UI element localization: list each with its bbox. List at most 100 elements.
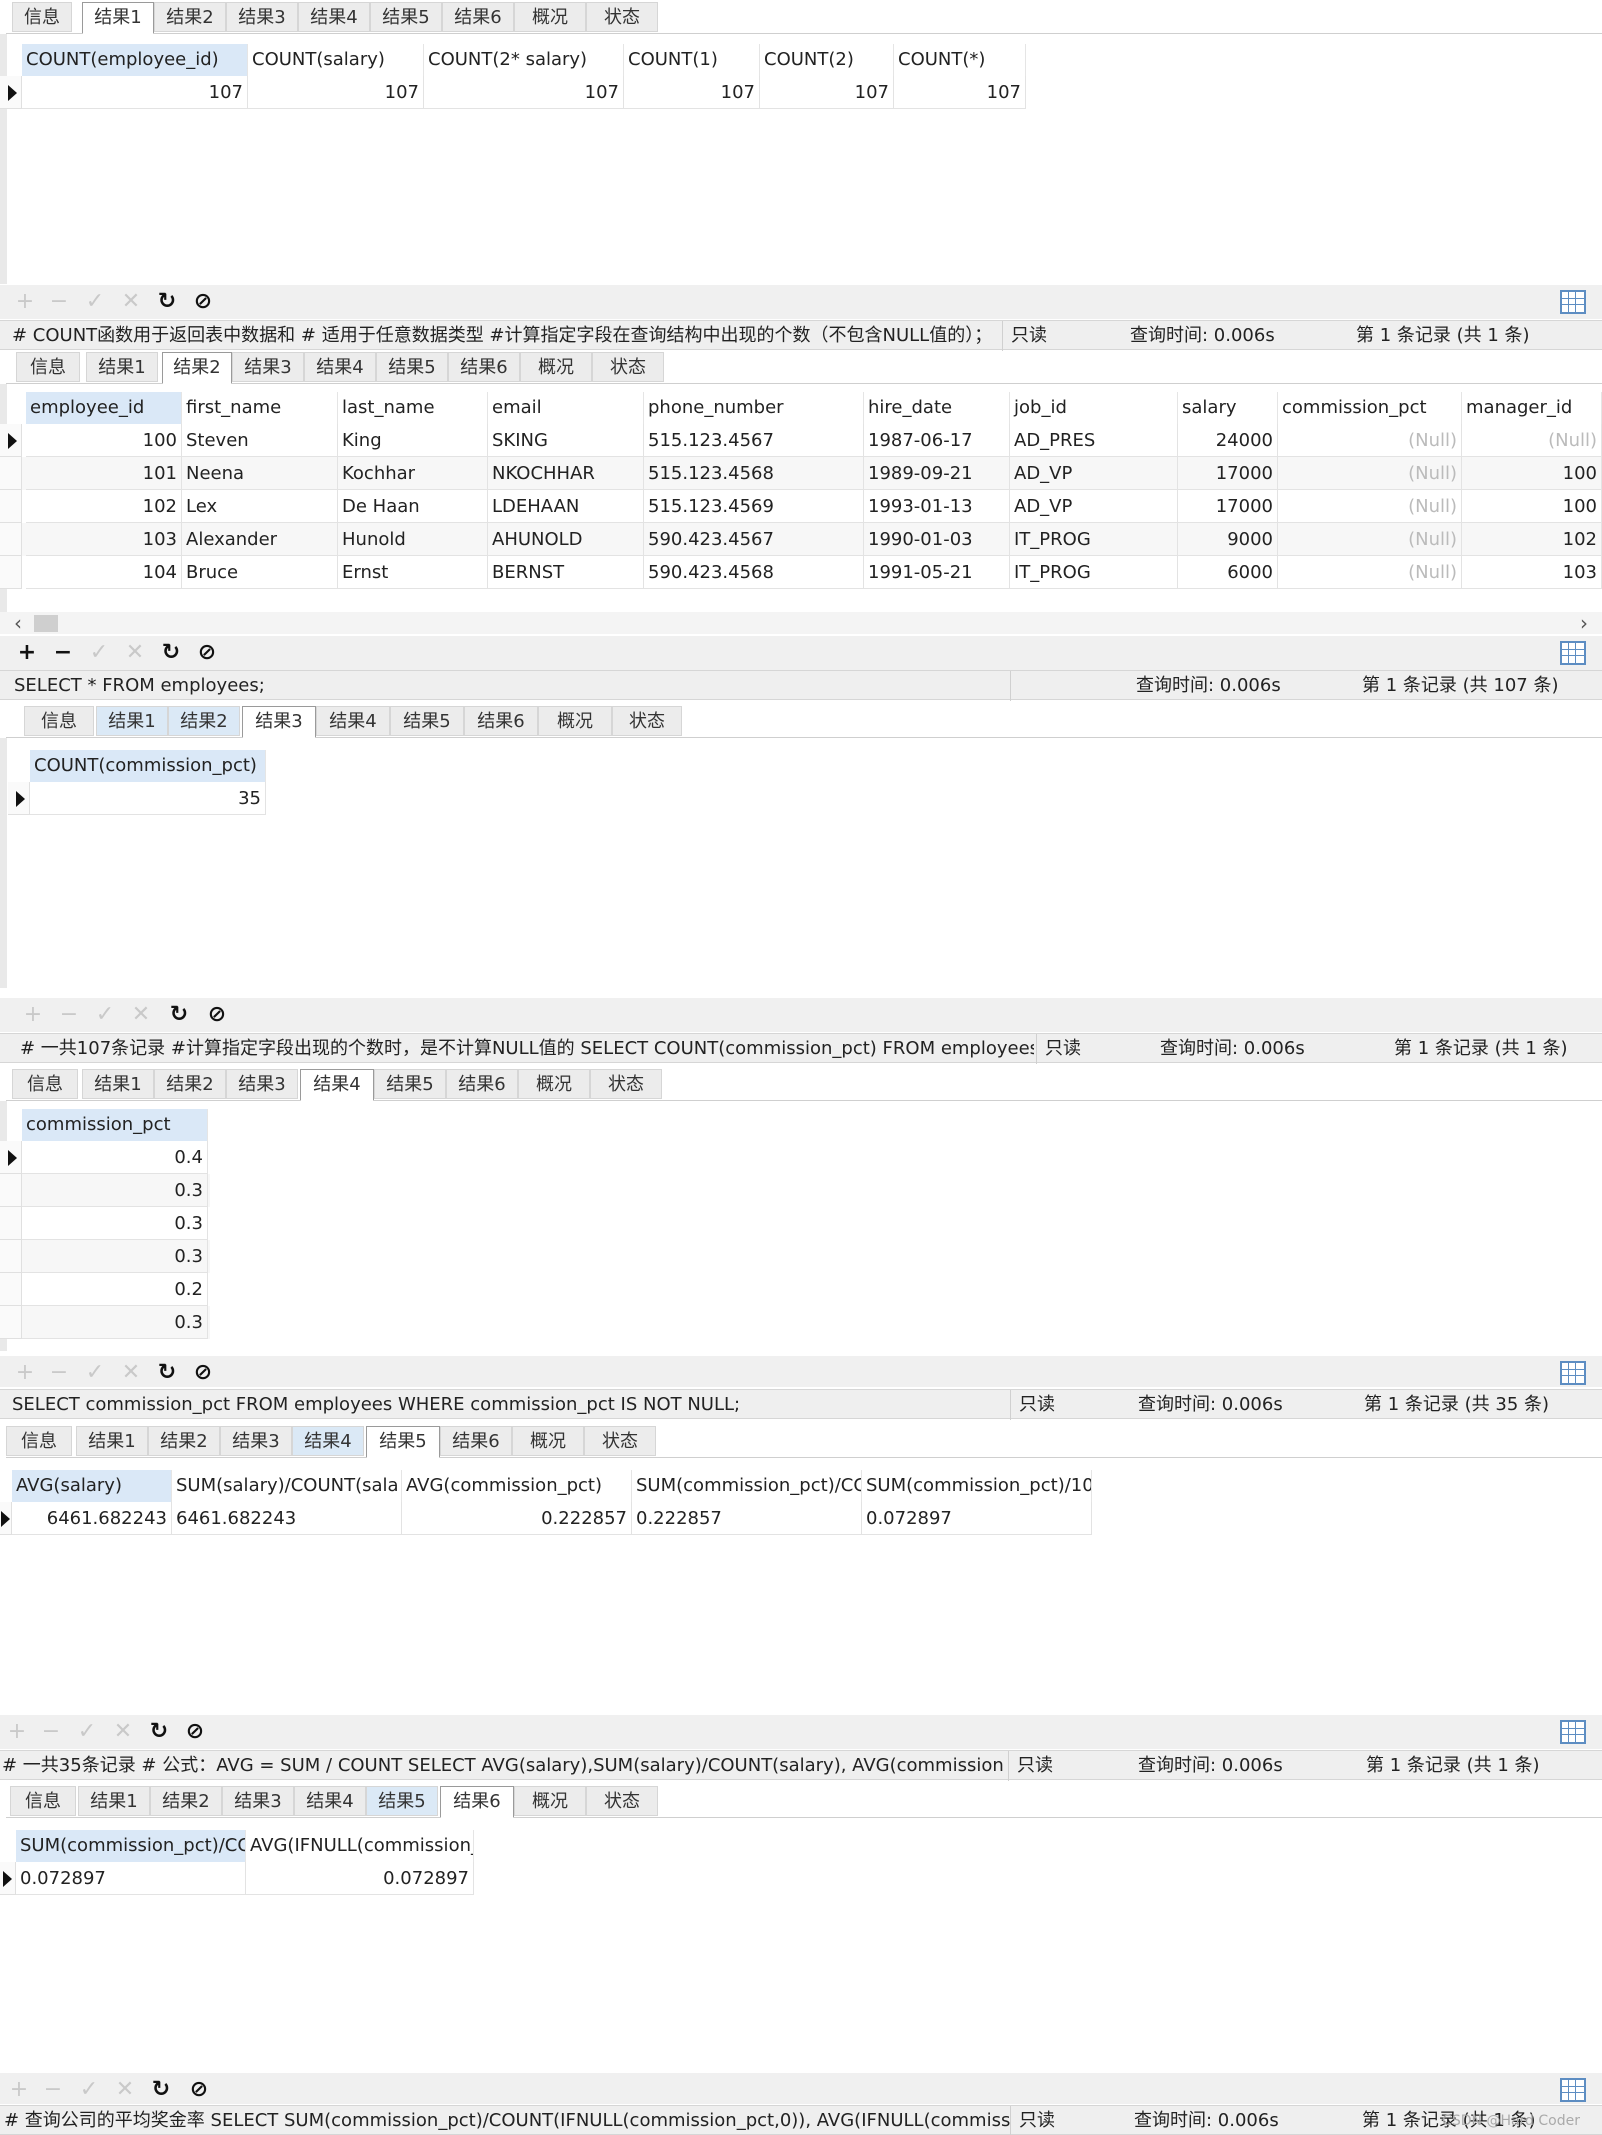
table-cell[interactable]: 590.423.4567 (644, 523, 864, 556)
column-header[interactable]: COUNT(*) (894, 44, 1026, 76)
stop-icon[interactable]: ⊘ (186, 2073, 212, 2104)
row-marker[interactable] (0, 1240, 22, 1273)
tab-result3[interactable]: 结果3 (242, 706, 316, 738)
table-row[interactable]: 0.3 (0, 1207, 210, 1240)
table-cell[interactable]: 107 (248, 76, 424, 109)
row-marker[interactable] (0, 1306, 22, 1339)
stop-icon[interactable]: ⊘ (190, 1356, 216, 1387)
cancel-icon[interactable]: ✕ (128, 998, 154, 1032)
column-header[interactable]: email (488, 392, 644, 424)
table-cell[interactable]: 107 (894, 76, 1026, 109)
stop-icon[interactable]: ⊘ (190, 285, 216, 319)
table-row[interactable]: 0.3 (0, 1306, 210, 1339)
column-header[interactable]: first_name (182, 392, 338, 424)
tab-result5[interactable]: 结果5 (390, 706, 464, 736)
grid-view-icon[interactable] (1560, 641, 1586, 665)
table-row[interactable]: 0.3 (0, 1240, 210, 1273)
table-cell[interactable]: 0.3 (22, 1306, 208, 1339)
stop-icon[interactable]: ⊘ (194, 636, 220, 670)
tab-result6[interactable]: 结果6 (464, 706, 538, 736)
tab-result5[interactable]: 结果5 (366, 1786, 438, 1816)
column-header[interactable]: COUNT(1) (624, 44, 760, 76)
table-cell[interactable]: 101 (26, 457, 182, 490)
table-cell[interactable]: (Null) (1278, 457, 1462, 490)
row-marker[interactable] (0, 1502, 12, 1535)
plus-icon[interactable]: + (4, 1715, 30, 1749)
grid-view-icon[interactable] (1560, 2078, 1586, 2102)
tab-status[interactable]: 状态 (592, 352, 664, 382)
table-cell[interactable]: IT_PROG (1010, 523, 1178, 556)
column-header[interactable]: phone_number (644, 392, 864, 424)
tab-overview[interactable]: 概况 (520, 352, 592, 382)
row-marker[interactable] (0, 1141, 22, 1174)
table-row[interactable]: 101 Neena Kochhar NKOCHHAR 515.123.4568 1989-… (0, 457, 1602, 490)
table-cell[interactable]: 103 (26, 523, 182, 556)
tab-result2[interactable]: 结果2 (150, 1786, 222, 1816)
table-cell[interactable]: Steven (182, 424, 338, 457)
table-cell[interactable]: 0.3 (22, 1240, 208, 1273)
table-cell[interactable]: AD_VP (1010, 457, 1178, 490)
table-cell[interactable]: Alexander (182, 523, 338, 556)
tab-result4[interactable]: 结果4 (300, 1069, 374, 1101)
tab-status[interactable]: 状态 (590, 1069, 662, 1099)
table-cell[interactable]: Hunold (338, 523, 488, 556)
table-cell[interactable]: 1989-09-21 (864, 457, 1010, 490)
table-cell[interactable]: 590.423.4568 (644, 556, 864, 589)
column-header[interactable]: AVG(salary) (12, 1470, 172, 1502)
cancel-icon[interactable]: ✕ (110, 1715, 136, 1749)
tab-info[interactable]: 信息 (10, 1786, 76, 1816)
tab-overview[interactable]: 概况 (514, 1786, 586, 1816)
refresh-icon[interactable]: ↻ (154, 285, 180, 319)
column-header[interactable]: job_id (1010, 392, 1178, 424)
stop-icon[interactable]: ⊘ (204, 998, 230, 1032)
grid-view-icon[interactable] (1560, 1720, 1586, 1744)
cancel-icon[interactable]: ✕ (122, 636, 148, 670)
table-cell[interactable]: De Haan (338, 490, 488, 523)
table-cell[interactable]: 0.3 (22, 1174, 208, 1207)
tab-result4[interactable]: 结果4 (292, 1426, 364, 1456)
table-cell[interactable]: 0.072897 (16, 1862, 246, 1895)
table-cell[interactable]: BERNST (488, 556, 644, 589)
tab-result1[interactable]: 结果1 (82, 2, 154, 34)
tab-overview[interactable]: 概况 (518, 1069, 590, 1099)
minus-icon[interactable]: − (46, 1356, 72, 1387)
tab-result1[interactable]: 结果1 (96, 706, 168, 736)
column-header[interactable]: COUNT(2* salary) (424, 44, 624, 76)
cancel-icon[interactable]: ✕ (112, 2073, 138, 2104)
tab-info[interactable]: 信息 (16, 352, 80, 382)
grid-view-icon[interactable] (1560, 290, 1586, 314)
tab-result3[interactable]: 结果3 (232, 352, 304, 382)
tab-result4[interactable]: 结果4 (316, 706, 390, 736)
check-icon[interactable]: ✓ (82, 1356, 108, 1387)
table-cell[interactable]: IT_PROG (1010, 556, 1178, 589)
horizontal-scrollbar[interactable]: ‹ › (0, 612, 1602, 634)
tab-result6[interactable]: 结果6 (446, 1069, 518, 1099)
refresh-icon[interactable]: ↻ (154, 1356, 180, 1387)
tab-info[interactable]: 信息 (12, 2, 72, 32)
table-cell[interactable]: Lex (182, 490, 338, 523)
table-row[interactable]: 0.072897 0.072897 (0, 1862, 480, 1895)
tab-result3[interactable]: 结果3 (226, 2, 298, 32)
table-cell[interactable]: 6000 (1178, 556, 1278, 589)
table-cell[interactable]: 107 (22, 76, 248, 109)
refresh-icon[interactable]: ↻ (146, 1715, 172, 1749)
table-cell[interactable]: 104 (26, 556, 182, 589)
minus-icon[interactable]: − (46, 285, 72, 319)
table-cell[interactable]: 0.222857 (632, 1502, 862, 1535)
tab-overview[interactable]: 概况 (514, 2, 586, 32)
check-icon[interactable]: ✓ (74, 1715, 100, 1749)
table-cell[interactable]: 17000 (1178, 457, 1278, 490)
table-row[interactable]: 0.2 (0, 1273, 210, 1306)
column-header[interactable]: SUM(commission_pct)/CC (632, 1470, 862, 1502)
tab-overview[interactable]: 概况 (538, 706, 612, 736)
table-row[interactable]: 107 107 107 107 107 107 (0, 76, 1030, 109)
table-cell[interactable]: Bruce (182, 556, 338, 589)
stop-icon[interactable]: ⊘ (182, 1715, 208, 1749)
check-icon[interactable]: ✓ (82, 285, 108, 319)
tab-result2[interactable]: 结果2 (154, 1069, 226, 1099)
table-cell[interactable]: 0.4 (22, 1141, 208, 1174)
table-cell[interactable]: 515.123.4569 (644, 490, 864, 523)
table-cell[interactable]: 0.222857 (402, 1502, 632, 1535)
column-header[interactable]: manager_id (1462, 392, 1602, 424)
table-cell[interactable]: (Null) (1278, 424, 1462, 457)
